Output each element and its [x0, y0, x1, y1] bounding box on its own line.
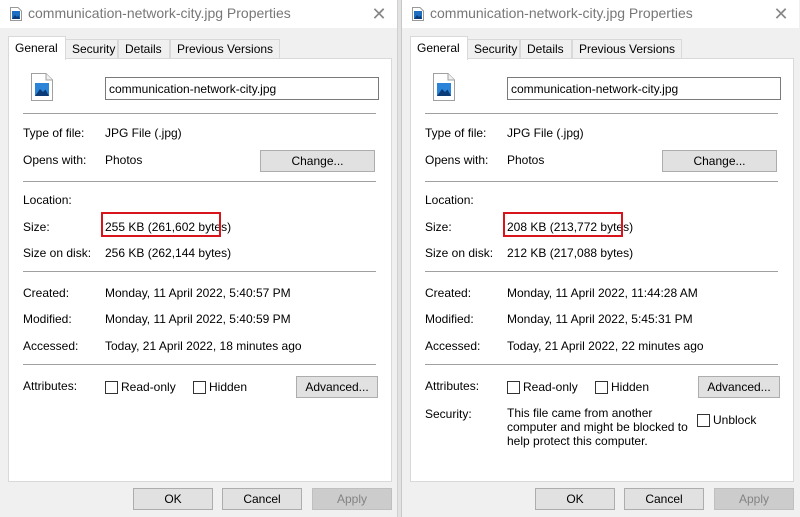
size-on-disk-value: 212 KB (217,088 bytes) [507, 246, 634, 260]
jpg-image-file-icon [433, 73, 455, 101]
modified-label: Modified: [425, 312, 474, 326]
security-warning-text: This file came from another computer and… [507, 406, 688, 448]
type-of-file-value: JPG File (.jpg) [105, 126, 182, 140]
hidden-checkbox[interactable]: Hidden [595, 380, 649, 394]
tab-security[interactable]: Security [467, 39, 520, 59]
filename-input[interactable] [105, 77, 379, 100]
hidden-checkbox[interactable]: Hidden [193, 380, 247, 394]
close-icon[interactable]: ✕ [367, 2, 391, 26]
apply-button[interactable]: Apply [312, 488, 392, 510]
image-file-icon [412, 7, 424, 21]
type-of-file-label: Type of file: [23, 126, 85, 140]
size-highlight-box [503, 212, 623, 237]
hidden-label: Hidden [209, 380, 248, 394]
title-bar: communication-network-city.jpg Propertie… [402, 0, 799, 28]
checkbox-box[interactable] [193, 380, 206, 394]
opens-with-label: Opens with: [23, 153, 87, 167]
size-on-disk-value: 256 KB (262,144 bytes) [105, 246, 232, 260]
cancel-button[interactable]: Cancel [624, 488, 704, 510]
checkbox-box[interactable] [507, 380, 520, 394]
created-value: Monday, 11 April 2022, 5:40:57 PM [105, 286, 291, 300]
created-label: Created: [23, 286, 70, 300]
title-bar: communication-network-city.jpg Propertie… [0, 0, 397, 28]
read-only-label: Read-only [121, 380, 176, 394]
advanced-button[interactable]: Advanced... [296, 376, 378, 398]
tab-security[interactable]: Security [65, 39, 118, 59]
accessed-value: Today, 21 April 2022, 22 minutes ago [507, 339, 704, 353]
tab-details[interactable]: Details [520, 39, 572, 59]
modified-label: Modified: [23, 312, 72, 326]
checkbox-box[interactable] [105, 380, 118, 394]
created-label: Created: [425, 286, 472, 300]
jpg-image-file-icon [31, 73, 53, 101]
filename-input[interactable] [507, 77, 781, 100]
read-only-checkbox[interactable]: Read-only [507, 380, 578, 394]
type-of-file-value: JPG File (.jpg) [507, 126, 584, 140]
type-of-file-label: Type of file: [425, 126, 487, 140]
general-panel: Type of file: JPG File (.jpg) Opens with… [410, 58, 794, 482]
unblock-label: Unblock [713, 413, 757, 427]
read-only-checkbox[interactable]: Read-only [105, 380, 176, 394]
size-label: Size: [23, 220, 50, 234]
change-button[interactable]: Change... [260, 150, 375, 172]
tab-general[interactable]: General [410, 36, 468, 60]
separator [23, 113, 376, 114]
cancel-button[interactable]: Cancel [222, 488, 302, 510]
checkbox-box[interactable] [595, 380, 608, 394]
attributes-label: Attributes: [425, 379, 480, 393]
read-only-label: Read-only [523, 380, 578, 394]
separator [23, 181, 376, 182]
size-highlight-box [101, 212, 221, 237]
separator [425, 271, 778, 272]
window-title: communication-network-city.jpg Propertie… [430, 5, 693, 21]
properties-dialog-left: communication-network-city.jpg Propertie… [0, 0, 398, 517]
attributes-label: Attributes: [23, 379, 78, 393]
ok-button[interactable]: OK [133, 488, 213, 510]
tab-previous-versions[interactable]: Previous Versions [170, 39, 280, 59]
modified-value: Monday, 11 April 2022, 5:45:31 PM [507, 312, 693, 326]
window-title: communication-network-city.jpg Propertie… [28, 5, 291, 21]
separator [23, 271, 376, 272]
opens-with-value: Photos [105, 153, 143, 167]
separator [425, 364, 778, 365]
tab-general[interactable]: General [8, 36, 66, 60]
change-button[interactable]: Change... [662, 150, 777, 172]
accessed-label: Accessed: [23, 339, 79, 353]
accessed-value: Today, 21 April 2022, 18 minutes ago [105, 339, 302, 353]
tab-previous-versions[interactable]: Previous Versions [572, 39, 682, 59]
size-on-disk-label: Size on disk: [23, 246, 92, 260]
tab-details[interactable]: Details [118, 39, 170, 59]
properties-dialog-right: communication-network-city.jpg Propertie… [401, 0, 799, 517]
opens-with-value: Photos [507, 153, 545, 167]
modified-value: Monday, 11 April 2022, 5:40:59 PM [105, 312, 291, 326]
unblock-checkbox[interactable]: Unblock [697, 413, 756, 427]
location-label: Location: [425, 193, 474, 207]
hidden-label: Hidden [611, 380, 650, 394]
accessed-label: Accessed: [425, 339, 481, 353]
separator [425, 181, 778, 182]
close-icon[interactable]: ✕ [769, 2, 793, 26]
ok-button[interactable]: OK [535, 488, 615, 510]
checkbox-box[interactable] [697, 413, 710, 427]
created-value: Monday, 11 April 2022, 11:44:28 AM [507, 286, 698, 300]
opens-with-label: Opens with: [425, 153, 489, 167]
apply-button[interactable]: Apply [714, 488, 794, 510]
security-label: Security: [425, 407, 472, 421]
separator [23, 364, 376, 365]
location-label: Location: [23, 193, 72, 207]
general-panel: Type of file: JPG File (.jpg) Opens with… [8, 58, 392, 482]
advanced-button[interactable]: Advanced... [698, 376, 780, 398]
size-on-disk-label: Size on disk: [425, 246, 494, 260]
image-file-icon [10, 7, 22, 21]
separator [425, 113, 778, 114]
size-label: Size: [425, 220, 452, 234]
